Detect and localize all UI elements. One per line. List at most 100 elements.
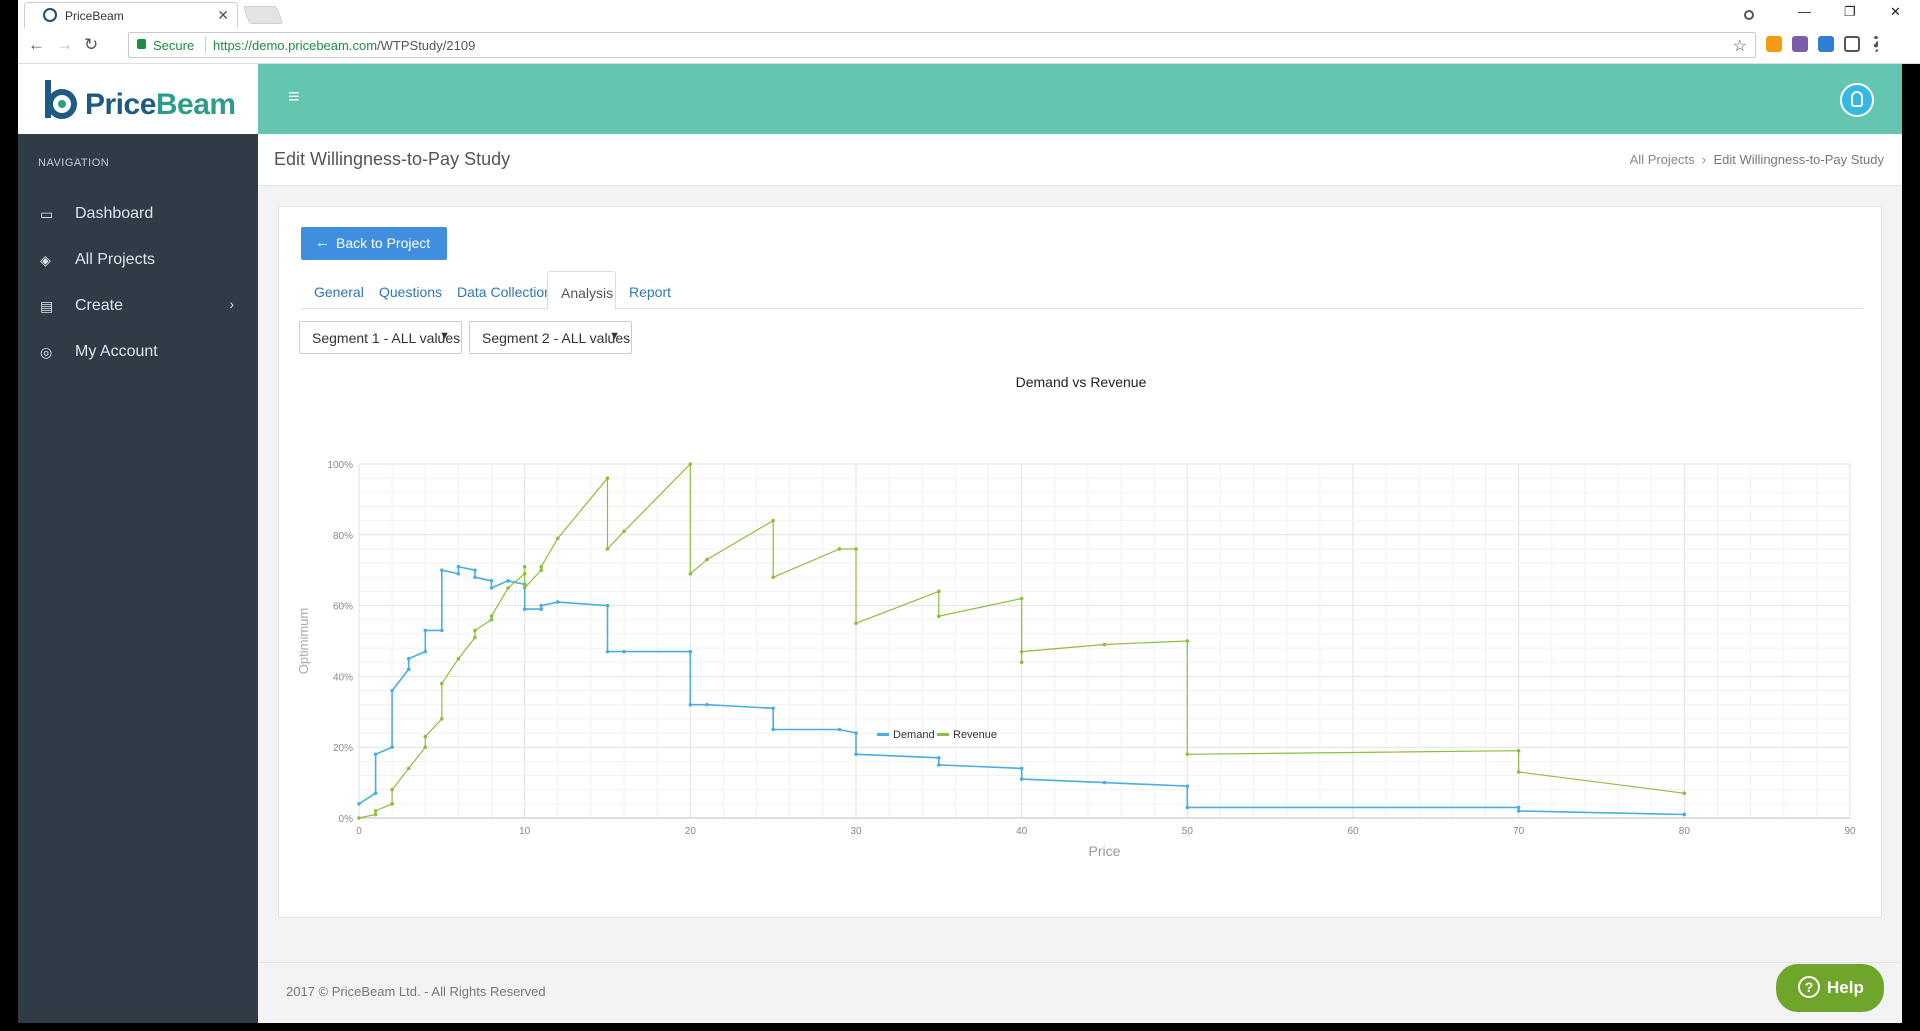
sidebar-item-all-projects[interactable]: ◈ All Projects	[18, 240, 258, 280]
data-point-revenue	[1185, 639, 1190, 643]
data-point-demand	[1019, 766, 1024, 771]
url-host: https://demo.pricebeam.com	[213, 38, 378, 53]
secure-label: Secure	[153, 38, 195, 53]
help-button[interactable]: ? Help	[1776, 964, 1884, 1012]
segment-2-select[interactable]: Segment 2 - ALL values ▼	[469, 321, 632, 354]
data-point-revenue	[1682, 791, 1687, 796]
minimize-icon[interactable]: —	[1798, 4, 1811, 19]
close-window-icon[interactable]: ✕	[1890, 4, 1901, 20]
data-point-revenue	[390, 802, 394, 806]
browser-tab[interactable]: PriceBeam ✕	[24, 2, 238, 28]
back-to-project-button[interactable]: ← Back to Project	[301, 227, 447, 260]
browser-tab-title: PriceBeam	[65, 9, 124, 23]
data-point-revenue	[1516, 748, 1521, 753]
tab-general[interactable]: General	[301, 271, 367, 309]
sidebar-item-create[interactable]: ▤ Create ›	[18, 286, 258, 326]
extension-icon[interactable]	[1792, 36, 1808, 52]
x-tick-label: 0	[356, 826, 362, 837]
data-point-revenue	[1516, 770, 1521, 774]
bookmark-star-icon[interactable]: ☆	[1733, 36, 1747, 56]
demand-revenue-chart: 0 10 20 30 40 50 60 70 80 90 0% 20% 40% 60% 80% 100% Dem…	[279, 367, 1883, 887]
logo-text: PriceBeam	[85, 88, 236, 122]
data-point-revenue	[1019, 660, 1024, 665]
sidebar-item-dashboard[interactable]: ▭ Dashboard	[18, 194, 258, 234]
arrow-left-icon: ←	[315, 234, 330, 251]
data-point-revenue	[622, 529, 626, 534]
reload-icon[interactable]: ↻	[84, 35, 98, 55]
data-point-revenue	[854, 547, 858, 551]
profile-icon[interactable]	[1744, 10, 1754, 20]
data-point-demand	[390, 745, 394, 749]
y-tick-label: 20%	[333, 743, 353, 754]
sidebar-item-label: All Projects	[75, 251, 156, 268]
tab-data-collection[interactable]: Data Collection	[457, 271, 555, 309]
data-point-demand	[1516, 809, 1521, 813]
x-tick-label: 70	[1513, 826, 1525, 837]
user-avatar-icon[interactable]	[1840, 83, 1874, 117]
data-point-revenue	[522, 586, 527, 590]
address-bar[interactable]: Secure https://demo.pricebeam.com/WTPStu…	[128, 32, 1756, 58]
back-arrow-icon[interactable]: ←	[28, 35, 45, 55]
data-point-demand	[937, 756, 941, 760]
data-point-revenue	[423, 745, 428, 749]
tab-analysis[interactable]: Analysis	[547, 271, 616, 310]
new-tab-button[interactable]	[242, 6, 284, 24]
data-point-revenue	[539, 568, 544, 572]
x-tick-label: 20	[685, 826, 697, 837]
hubspot-extension-icon[interactable]	[1766, 36, 1782, 52]
hamburger-menu-icon[interactable]: ≡	[288, 86, 300, 109]
data-point-revenue	[771, 518, 775, 523]
logo[interactable]: PriceBeam	[18, 64, 258, 134]
data-point-revenue	[837, 547, 842, 551]
data-point-demand	[440, 568, 444, 572]
breadcrumb-parent-link[interactable]: All Projects	[1630, 152, 1695, 167]
segment-2-value: Segment 2 - ALL values	[482, 330, 631, 346]
data-point-revenue	[688, 571, 693, 576]
document-icon: ▤	[40, 298, 54, 314]
segment-1-value: Segment 1 - ALL values	[312, 330, 461, 346]
restore-icon[interactable]: ❐	[1844, 4, 1856, 20]
extension-icon-2[interactable]	[1818, 36, 1834, 52]
data-point-demand	[1019, 777, 1024, 781]
footer: 2017 © PriceBeam Ltd. - All Rights Reser…	[258, 962, 1902, 1023]
data-point-demand	[1185, 805, 1190, 810]
sidebar-item-label: My Account	[75, 343, 158, 360]
data-point-demand	[440, 628, 444, 633]
y-axis-label: Optimimum	[296, 608, 311, 674]
data-point-revenue	[605, 547, 610, 551]
sidebar: PriceBeam NAVIGATION ▭ Dashboard ◈ All P…	[18, 64, 258, 1023]
data-point-demand	[373, 752, 378, 757]
footer-copyright: 2017 © PriceBeam Ltd. - All Rights Reser…	[286, 984, 546, 999]
back-button-label: Back to Project	[336, 235, 431, 251]
data-point-demand	[837, 727, 842, 732]
data-point-revenue	[522, 571, 527, 576]
breadcrumb: All Projects › Edit Willingness-to-Pay S…	[1630, 152, 1884, 167]
logo-text-beam: Beam	[155, 88, 236, 121]
legend-label-revenue: Revenue	[953, 729, 997, 741]
tab-report[interactable]: Report	[616, 271, 676, 309]
sidebar-item-my-account[interactable]: ◎ My Account	[18, 332, 258, 372]
data-point-demand	[556, 600, 560, 604]
data-point-revenue	[854, 621, 858, 626]
data-point-revenue	[440, 681, 444, 686]
data-point-revenue	[705, 557, 709, 562]
segment-1-select[interactable]: Segment 1 - ALL values ▼	[299, 321, 462, 354]
data-point-demand	[1185, 784, 1190, 788]
legend-swatch-revenue	[937, 733, 949, 736]
menu-icon[interactable]	[1874, 36, 1878, 52]
x-tick-label: 40	[1016, 826, 1028, 837]
y-tick-label: 60%	[333, 602, 353, 613]
y-tick-label: 80%	[333, 531, 353, 542]
tab-questions[interactable]: Questions	[367, 271, 457, 309]
forward-arrow-icon[interactable]: →	[56, 35, 73, 55]
sidebar-item-label: Create	[75, 297, 124, 314]
cast-icon[interactable]	[1844, 36, 1860, 52]
browser-tab-strip: PriceBeam ✕ — ❐ ✕	[18, 0, 1920, 28]
data-point-demand	[473, 568, 477, 572]
legend-swatch-demand	[877, 733, 889, 736]
data-point-demand	[489, 579, 494, 583]
close-tab-icon[interactable]: ✕	[217, 7, 229, 24]
caret-down-icon: ▼	[439, 330, 450, 342]
data-point-demand	[489, 586, 494, 590]
data-point-revenue	[473, 635, 477, 640]
